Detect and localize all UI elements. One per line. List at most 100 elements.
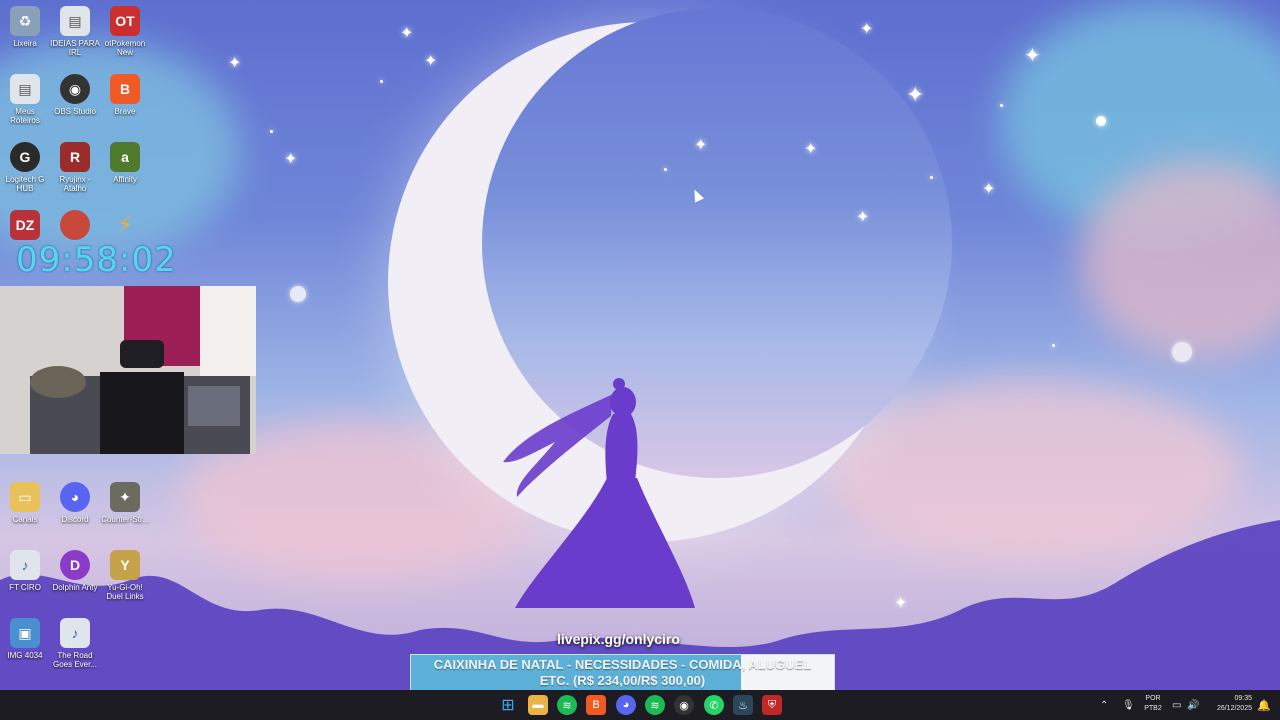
tray-volume[interactable]: 🔊 — [1187, 690, 1199, 720]
spotify-icon: ≋ — [650, 699, 660, 712]
icon-label: Counter-Str... — [101, 515, 149, 524]
chevron-up-icon: ⌃ — [1100, 699, 1109, 711]
star — [664, 168, 667, 171]
desktop-icon-discord[interactable]: ◕ Discord — [50, 482, 100, 524]
taskbar-discord[interactable]: ◕ — [616, 695, 636, 715]
desktop-icon-partial[interactable]: ⚡ — [100, 210, 150, 240]
tray-network[interactable]: ▭ — [1172, 690, 1181, 720]
taskbar-obs[interactable]: ◉ — [674, 695, 694, 715]
desktop-icon-obs[interactable]: ◉ OBS Studio — [50, 74, 100, 116]
webcam-feed — [0, 286, 256, 454]
brave-icon: B — [110, 74, 140, 104]
star — [930, 176, 933, 179]
taskbar: ⊞ ▬ ≋ B ◕ ≋ ◉ ✆ ♨ ⛨ ⌃ 🎙 POR PTB2 ▭ 🔊 09:… — [0, 690, 1280, 720]
image-file-icon: ▣ — [10, 618, 40, 648]
shield-icon: ⛨ — [767, 698, 777, 711]
tray-overflow-button[interactable]: ⌃ — [1100, 690, 1108, 720]
otpokemon-icon: OT — [110, 6, 140, 36]
sparkle-icon: ✦ — [424, 53, 438, 70]
app-icon — [60, 210, 90, 240]
desktop-icon-brave[interactable]: B Brave — [100, 74, 150, 116]
desktop-icon-partial[interactable]: DZ — [0, 210, 50, 240]
icon-label: Discord — [61, 515, 89, 524]
sparkle-icon: ✦ — [804, 141, 818, 158]
icon-label: Yu-Gi-Oh! Duel Links — [106, 583, 144, 601]
desktop-icon-counter-strike[interactable]: ✦ Counter-Str... — [100, 482, 150, 524]
star — [270, 130, 273, 133]
folder-icon: ▭ — [10, 482, 40, 512]
tray-date: 26/12/2025 — [1216, 705, 1252, 712]
desktop-icon-yugioh[interactable]: Y Yu-Gi-Oh! Duel Links — [100, 550, 150, 601]
audio-file-icon: ♪ — [10, 550, 40, 580]
icon-label: Logitech G HUB — [5, 175, 45, 193]
star — [1096, 116, 1106, 126]
desktop-icon-lixeira[interactable]: ♻ Lixeira — [0, 6, 50, 48]
sparkle-icon: ✦ — [228, 55, 242, 72]
keyboard-layout: PTB2 — [1144, 705, 1162, 712]
icon-label: Lixeira — [13, 39, 37, 48]
sparkle-icon: ✦ — [906, 82, 925, 107]
document-icon: ▤ — [60, 6, 90, 36]
icon-label: The Road Goes Ever... — [52, 651, 98, 669]
taskbar-shield-app[interactable]: ⛨ — [762, 695, 782, 715]
icon-label: Meus Roteiros — [10, 107, 40, 125]
tray-notifications[interactable]: 🔔 — [1257, 690, 1271, 720]
discord-icon: ◕ — [622, 699, 630, 711]
sparkle-icon: ✦ — [1024, 45, 1041, 67]
counter-strike-icon: ✦ — [110, 482, 140, 512]
tray-language[interactable]: POR PTB2 — [1140, 694, 1166, 714]
microphone-icon: 🎙 — [1122, 699, 1135, 711]
app-icon: DZ — [10, 210, 40, 240]
stream-clock: 09:58:02 — [16, 240, 177, 280]
tray-clock[interactable]: 09:35 26/12/2025 — [1200, 694, 1252, 714]
document-icon: ▤ — [10, 74, 40, 104]
folder-icon: ▬ — [532, 699, 544, 711]
star — [1000, 104, 1003, 107]
icon-label: Brave — [114, 107, 136, 116]
speaker-icon: 🔊 — [1187, 699, 1200, 711]
affinity-icon: a — [110, 142, 140, 172]
taskbar-spotify[interactable]: ≋ — [557, 695, 577, 715]
ryujinx-icon: R — [60, 142, 90, 172]
windows-icon: ⊞ — [501, 697, 515, 714]
desktop-icon-partial[interactable] — [50, 210, 100, 240]
desktop-icon-roteiros[interactable]: ▤ Meus Roteiros — [0, 74, 50, 125]
sparkle-icon: ✦ — [284, 151, 298, 168]
taskbar-steam[interactable]: ♨ — [733, 695, 753, 715]
taskbar-spotify-2[interactable]: ≋ — [645, 695, 665, 715]
desktop-icon-ft-ciro[interactable]: ♪ FT CIRO — [0, 550, 50, 592]
tray-time: 09:35 — [1234, 695, 1252, 702]
desktop-icon-img[interactable]: ▣ IMG 4034 — [0, 618, 50, 660]
icon-label: FT CIRO — [9, 583, 41, 592]
icon-label: Affinity — [113, 175, 137, 184]
icon-label: Dolphin Anty — [52, 583, 98, 592]
desktop-icon-ghub[interactable]: G Logitech G HUB — [0, 142, 50, 193]
icon-label: Ryujinx - Atalho — [59, 175, 91, 193]
donation-goal-amount: ETC. (R$ 234,00/R$ 300,00) — [539, 673, 706, 688]
desktop-icon-the-road[interactable]: ♪ The Road Goes Ever... — [50, 618, 100, 669]
desktop-icon-canais[interactable]: ▭ Canais — [0, 482, 50, 524]
logitech-icon: G — [10, 142, 40, 172]
taskbar-whatsapp[interactable]: ✆ — [704, 695, 724, 715]
brave-icon: B — [592, 699, 600, 711]
app-icon: ⚡ — [117, 212, 133, 237]
obs-icon: ◉ — [60, 74, 90, 104]
steam-icon: ♨ — [738, 699, 748, 712]
stream-donation-link: livepix.gg/onlyciro — [557, 631, 680, 647]
icon-label: IDEIAS PARA IRL — [50, 39, 100, 57]
icon-label: IMG 4034 — [7, 651, 43, 660]
tray-mic[interactable]: 🎙 — [1122, 690, 1135, 720]
desktop-icon-dolphin[interactable]: D Dolphin Anty — [50, 550, 100, 592]
start-button[interactable]: ⊞ — [498, 695, 518, 715]
sparkle-icon: ✦ — [982, 181, 996, 198]
desktop-icon-ryujinx[interactable]: R Ryujinx - Atalho — [50, 142, 100, 193]
desktop-icon-affinity[interactable]: a Affinity — [100, 142, 150, 184]
notification-bell-icon: 🔔 — [1257, 699, 1271, 712]
taskbar-brave[interactable]: B — [586, 695, 606, 715]
desktop-icon-ideias[interactable]: ▤ IDEIAS PARA IRL — [50, 6, 100, 57]
star — [290, 286, 306, 302]
star — [380, 80, 383, 83]
taskbar-explorer[interactable]: ▬ — [528, 695, 548, 715]
discord-icon: ◕ — [60, 482, 90, 512]
desktop-icon-otpokemon[interactable]: OT otPokemon New — [100, 6, 150, 57]
